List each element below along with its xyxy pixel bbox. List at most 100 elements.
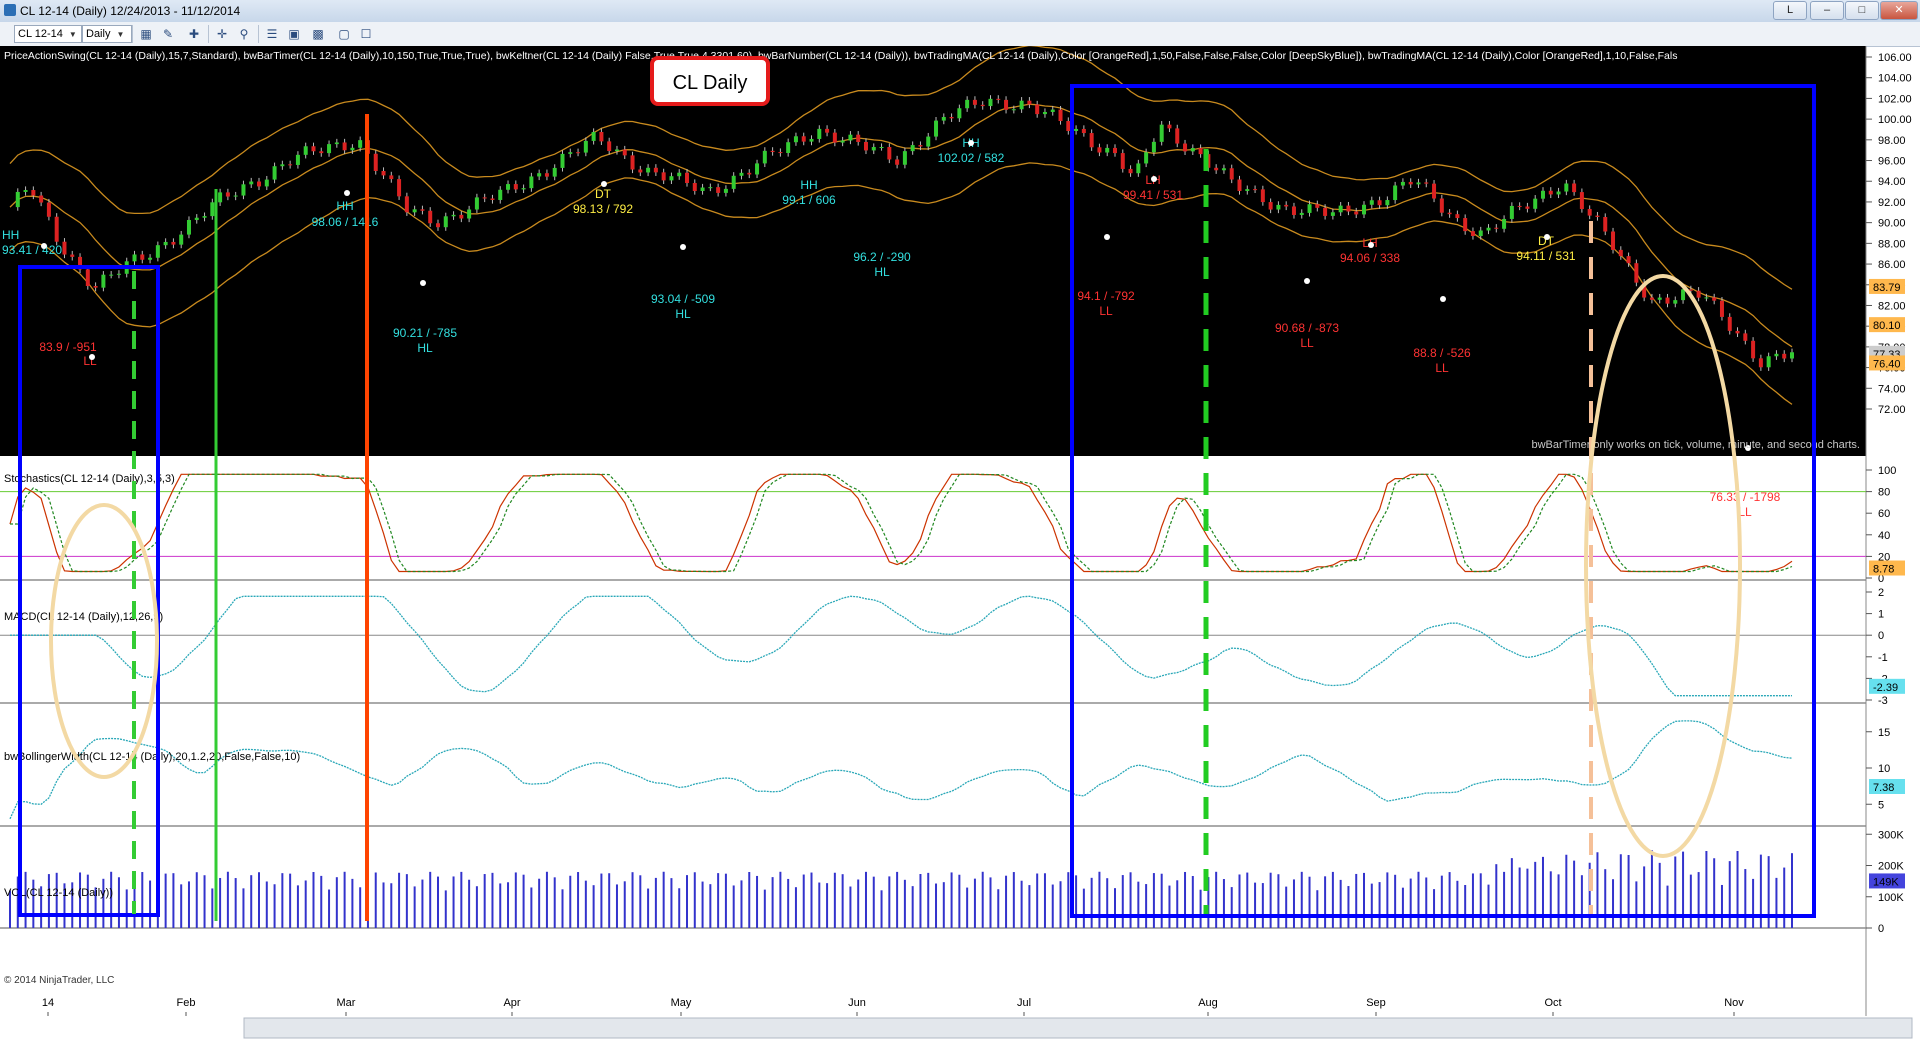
pencil-icon[interactable]: ✎ — [160, 26, 176, 42]
candle-body — [1323, 207, 1328, 216]
candle-body — [1105, 147, 1110, 153]
candle-body — [692, 183, 697, 192]
candle-body — [1743, 333, 1748, 341]
candle-body — [1649, 297, 1654, 300]
time-tick-label: Oct — [1544, 997, 1561, 1009]
candle-body — [1603, 216, 1608, 232]
candle-body — [965, 99, 970, 109]
cursor-icon[interactable]: ✚ — [186, 26, 202, 42]
candle-body — [856, 134, 861, 142]
properties-icon[interactable]: ☰ — [264, 26, 280, 42]
candle-body — [1673, 300, 1678, 304]
instrument-selector[interactable]: CL 12-14 ▼ — [14, 25, 82, 43]
candle-body — [677, 172, 682, 177]
candle-body — [1291, 206, 1296, 215]
candle-body — [747, 172, 752, 175]
period-value: Daily — [86, 28, 111, 40]
swing-label: 93.04 / -509 — [651, 292, 715, 306]
axis-tick-label: 15 — [1878, 727, 1890, 739]
candle-body — [381, 170, 386, 176]
candle-body — [1470, 231, 1475, 236]
candle-body — [840, 140, 845, 143]
volume-panel[interactable] — [0, 826, 1866, 928]
candle-body — [614, 149, 619, 151]
candle-body — [988, 98, 993, 107]
candle-body — [1214, 167, 1219, 171]
chart-label: CL Daily — [673, 72, 748, 94]
template-icon[interactable]: ▩ — [310, 26, 326, 42]
axis-tick-label: 100 — [1878, 465, 1896, 477]
candle-body — [109, 274, 114, 276]
candle-body — [1432, 183, 1437, 199]
crosshair-icon[interactable]: ✛ — [214, 26, 230, 42]
swing-label: HH — [336, 199, 353, 213]
candle-body — [723, 188, 728, 193]
macd-label: MACD(CL 12-14 (Daily),12,26,9) — [4, 611, 163, 623]
axis-tick-label: 5 — [1878, 799, 1884, 811]
candle-body — [1377, 200, 1382, 206]
candle-body — [1774, 353, 1779, 357]
bollinger-width-panel[interactable] — [0, 703, 1866, 826]
candle-body — [1587, 209, 1592, 216]
zoom-icon[interactable]: ⚲ — [236, 26, 252, 42]
candle-body — [1128, 168, 1133, 174]
candle-body — [1517, 205, 1522, 207]
chart-scrollbar[interactable] — [243, 1017, 1913, 1039]
price-panel[interactable] — [0, 46, 1866, 456]
candle-body — [770, 150, 775, 153]
chart-area[interactable]: HH 93.41 / 420 83.9 / -951 LL HH 98.06 / 1416… — [0, 44, 1920, 1040]
help-button[interactable]: L — [1773, 1, 1807, 20]
candle-body — [1758, 358, 1763, 368]
minimize-icon[interactable]: – — [1810, 1, 1844, 20]
price-tick-label: 88.00 — [1878, 238, 1906, 250]
candle-body — [1525, 206, 1530, 209]
candle-body — [560, 153, 565, 168]
price-tick-label: 96.00 — [1878, 156, 1906, 168]
bar-type-icon[interactable]: ▦ — [138, 26, 154, 42]
candle-body — [661, 172, 666, 181]
candle-body — [537, 173, 542, 177]
candle-body — [1548, 190, 1553, 195]
candle-body — [202, 216, 207, 218]
close-icon[interactable]: ✕ — [1880, 1, 1918, 20]
swing-label: 93.41 / 420 — [2, 243, 62, 257]
candle-body — [1276, 204, 1281, 210]
swing-label: HL — [874, 265, 890, 279]
candle-body — [762, 150, 767, 164]
candle-body — [54, 216, 59, 242]
candle-body — [739, 172, 744, 176]
candle-body — [15, 191, 20, 208]
maximize-icon[interactable]: □ — [1845, 1, 1879, 20]
time-tick-label: 14 — [42, 997, 54, 1009]
period-selector[interactable]: Daily ▼ — [82, 25, 132, 43]
swing-label: LL — [1435, 361, 1449, 375]
candle-body — [23, 190, 28, 192]
candle-body — [1027, 100, 1032, 105]
candle-body — [1011, 109, 1016, 111]
candle-body — [1221, 168, 1226, 171]
candle-body — [1790, 352, 1794, 359]
candle-body — [934, 120, 939, 137]
candle-body — [311, 146, 316, 152]
axis-tick-label: 2 — [1878, 587, 1884, 599]
candle-body — [1159, 124, 1164, 142]
candle-body — [1338, 205, 1343, 213]
candle-body — [1229, 168, 1234, 180]
candle-body — [879, 147, 884, 149]
candle-body — [1727, 316, 1732, 331]
candle-body — [397, 179, 402, 197]
candle-body — [1611, 231, 1616, 250]
data-box-icon[interactable]: ▣ — [286, 26, 302, 42]
candle-body — [249, 181, 254, 185]
close-chart-icon[interactable]: ☐ — [358, 26, 374, 42]
swing-label: 94.1 / -792 — [1077, 289, 1135, 303]
time-tick-label: Feb — [177, 997, 196, 1009]
axis-tick-label: 200K — [1878, 861, 1904, 873]
candle-body — [1004, 99, 1009, 110]
candle-body — [552, 167, 557, 177]
candle-body — [288, 164, 293, 166]
candle-body — [467, 209, 472, 219]
snapshot-icon[interactable]: ▢ — [336, 26, 352, 42]
candle-body — [373, 153, 378, 171]
candle-body — [1112, 147, 1117, 154]
